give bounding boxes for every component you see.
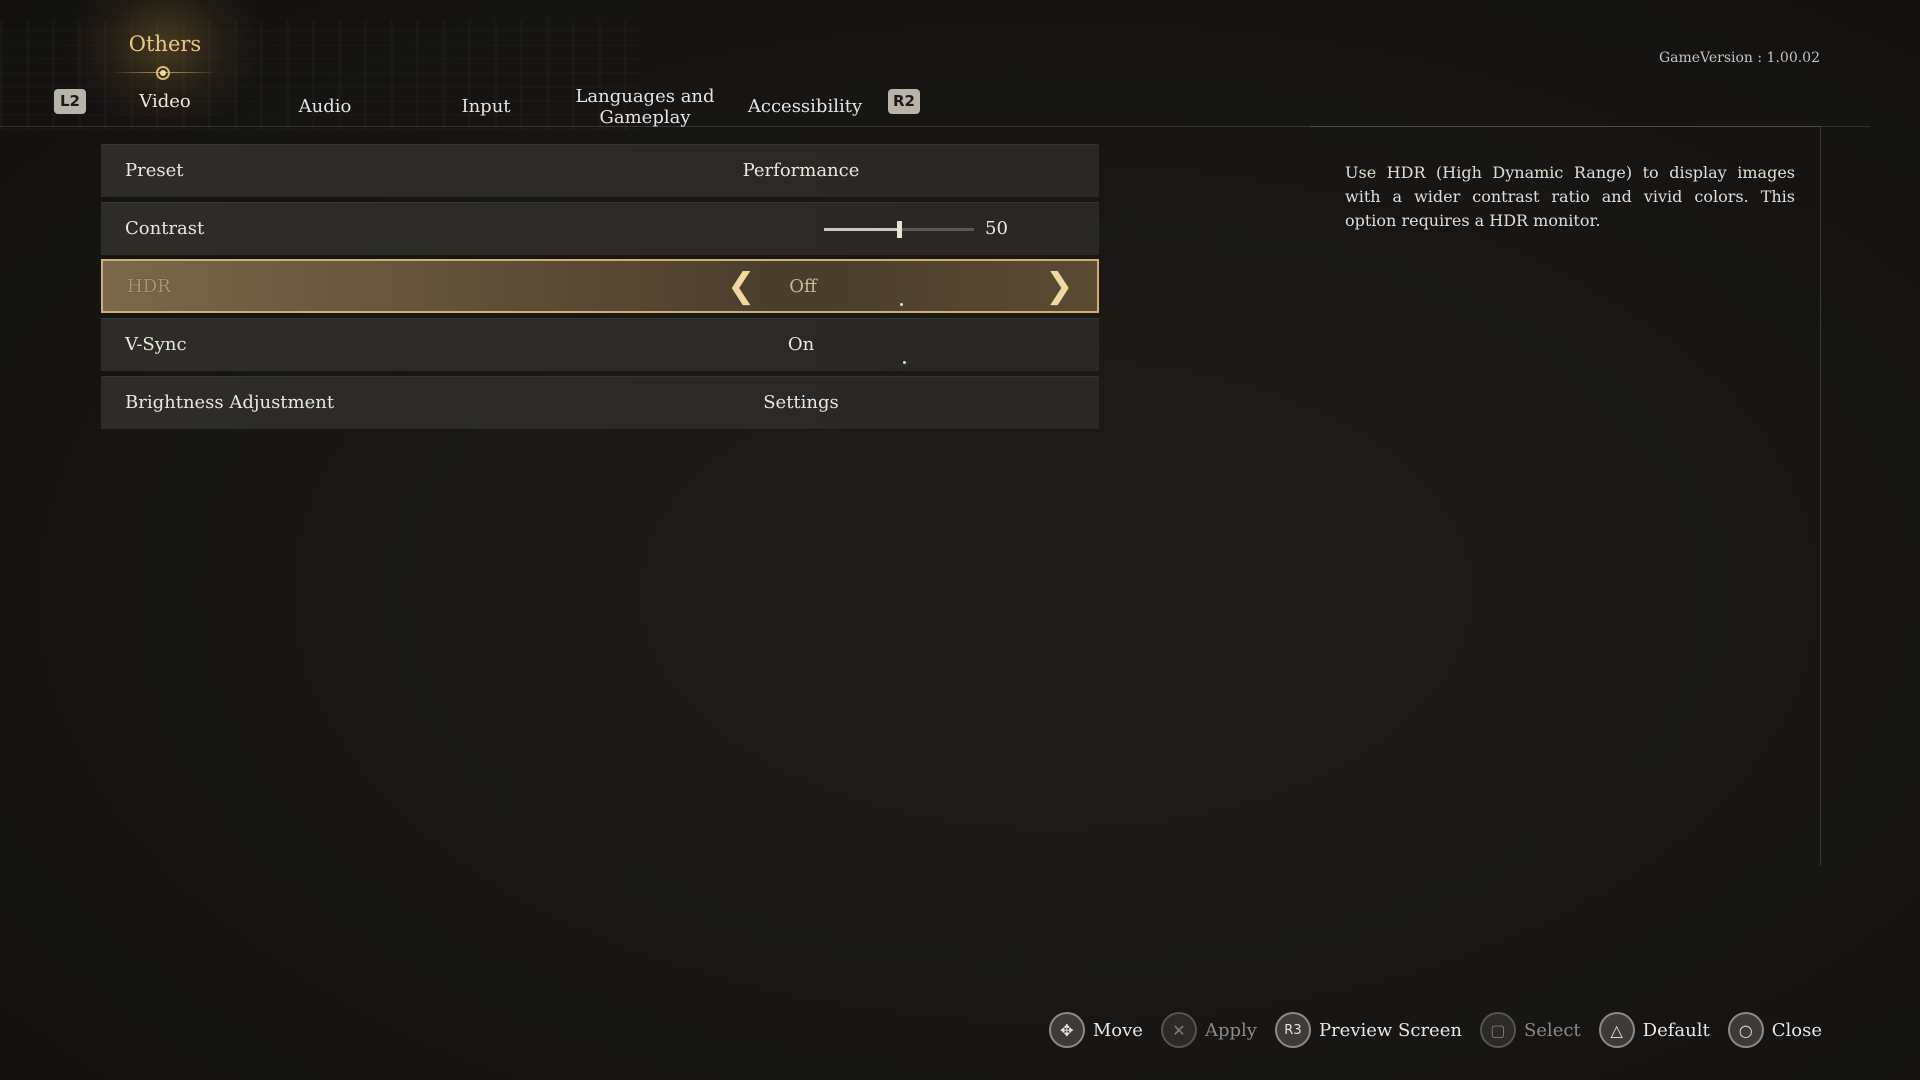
prompt-label: Close xyxy=(1771,1019,1822,1041)
description-panel xyxy=(1310,126,1821,866)
setting-label: Contrast xyxy=(125,218,205,239)
tab-languages-line2: Gameplay xyxy=(599,107,691,128)
tab-languages-line1: Languages and xyxy=(575,86,715,107)
dpad-icon: ✥ xyxy=(1048,1012,1085,1048)
tab-input[interactable]: Input xyxy=(455,96,517,117)
prompt-label: Preview Screen xyxy=(1318,1019,1462,1041)
prompt-label: Apply xyxy=(1204,1019,1257,1041)
setting-value: 50 xyxy=(985,218,1008,239)
contrast-slider[interactable] xyxy=(824,221,974,238)
prompt-close[interactable]: ○ Close xyxy=(1727,1012,1822,1048)
prompt-move[interactable]: ✥ Move xyxy=(1048,1012,1143,1048)
tab-audio[interactable]: Audio xyxy=(290,96,360,117)
setting-row-preset[interactable]: Preset Performance xyxy=(101,144,1099,197)
prompt-apply[interactable]: ✕ Apply xyxy=(1160,1012,1257,1048)
slider-fill xyxy=(824,228,899,231)
setting-row-contrast[interactable]: Contrast 50 xyxy=(101,202,1099,255)
prompt-label: Select xyxy=(1523,1019,1581,1041)
prompt-select[interactable]: ▢ Select xyxy=(1479,1012,1581,1048)
l2-button-icon[interactable]: L2 xyxy=(54,89,86,114)
setting-row-vsync[interactable]: V-Sync On xyxy=(101,318,1099,371)
tab-languages-and-gameplay[interactable]: Languages and Gameplay xyxy=(575,86,715,128)
setting-description: Use HDR (High Dynamic Range) to display … xyxy=(1345,163,1795,230)
prompt-default[interactable]: △ Default xyxy=(1598,1012,1710,1048)
settings-list: Preset Performance Contrast 50 HDR ❮ Off… xyxy=(101,144,1099,434)
setting-label: Brightness Adjustment xyxy=(125,392,335,413)
r2-button-icon[interactable]: R2 xyxy=(888,89,920,114)
tab-accessibility[interactable]: Accessibility xyxy=(745,96,865,117)
square-button-icon: ▢ xyxy=(1479,1012,1516,1048)
category-indicator-icon xyxy=(156,66,170,80)
setting-label: Preset xyxy=(125,160,184,181)
r3-button-icon: R3 xyxy=(1274,1012,1311,1048)
setting-value: Off xyxy=(789,276,817,297)
chevron-right-icon[interactable]: ❯ xyxy=(1045,269,1074,303)
setting-label: V-Sync xyxy=(125,334,187,355)
circle-button-icon: ○ xyxy=(1727,1012,1764,1048)
prompt-preview-screen[interactable]: R3 Preview Screen xyxy=(1274,1012,1462,1048)
setting-value: Performance xyxy=(742,160,860,181)
cross-button-icon: ✕ xyxy=(1160,1012,1197,1048)
setting-value: On xyxy=(787,334,815,355)
prompt-label: Default xyxy=(1642,1019,1710,1041)
triangle-button-icon: △ xyxy=(1598,1012,1635,1048)
setting-value: Settings xyxy=(763,392,839,413)
setting-row-hdr[interactable]: HDR ❮ Off ❯ xyxy=(101,259,1099,313)
button-prompt-bar: ✥ Move ✕ Apply R3 Preview Screen ▢ Selec… xyxy=(1031,1010,1822,1050)
prompt-label: Move xyxy=(1092,1019,1143,1041)
category-title: Others xyxy=(128,32,202,56)
setting-row-brightness-adjustment[interactable]: Brightness Adjustment Settings xyxy=(101,376,1099,429)
option-pip xyxy=(903,361,906,364)
slider-thumb[interactable] xyxy=(897,221,902,238)
game-version: GameVersion : 1.00.02 xyxy=(1658,50,1820,66)
setting-label: HDR xyxy=(127,276,171,297)
option-pip xyxy=(900,303,903,306)
tab-video[interactable]: Video xyxy=(125,91,205,112)
